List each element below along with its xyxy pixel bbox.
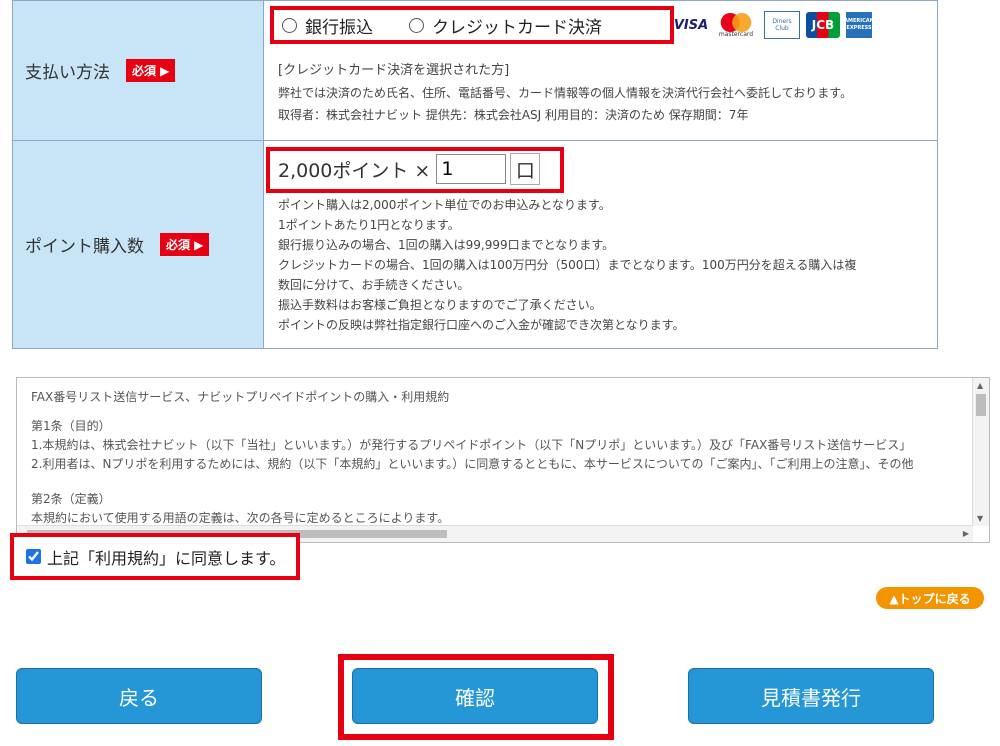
required-badge: 必須 ▶ bbox=[126, 59, 176, 82]
credit-note-details: 取得者：株式会社ナビット 提供先：株式会社ASJ 利用目的：決済のため 保存期間… bbox=[278, 108, 749, 122]
estimate-button[interactable]: 見積書発行 bbox=[688, 668, 934, 724]
payment-method-label: 支払い方法 bbox=[25, 63, 110, 83]
points-value-cell: 2,000ポイント × 口 ポイント購入は2,000ポイント単位でのお申込みとな… bbox=[263, 140, 938, 349]
order-form-table: 支払い方法 必須 ▶ 銀行振込 クレジットカード決済 VISA masterca… bbox=[12, 0, 938, 349]
scroll-up-icon[interactable]: ▲ bbox=[977, 381, 983, 390]
diners-club-logo-icon: Diners Club bbox=[764, 11, 800, 39]
scroll-right-icon[interactable]: ▶ bbox=[963, 529, 969, 538]
terms-title: FAX番号リスト送信サービス、ナビットプリペイドポイントの購入・利用規約 bbox=[31, 390, 450, 404]
payment-value-cell: 銀行振込 クレジットカード決済 VISA mastercard Diners C… bbox=[263, 0, 938, 141]
agree-terms-label: 上記「利用規約」に同意します。 bbox=[47, 548, 286, 568]
jcb-logo-icon: JCB bbox=[806, 12, 840, 38]
radio-circle-icon[interactable] bbox=[282, 17, 297, 33]
amex-logo-icon: AMERICAN EXPRESS bbox=[844, 12, 874, 38]
agree-terms-checkbox-row[interactable]: 上記「利用規約」に同意します。 bbox=[10, 533, 300, 580]
terms-vertical-scrollbar[interactable]: ▲ ▼ bbox=[972, 378, 989, 526]
back-button[interactable]: 戻る bbox=[16, 668, 262, 724]
radio-circle-icon[interactable] bbox=[409, 17, 424, 33]
quantity-input[interactable] bbox=[436, 154, 507, 184]
payment-label-cell: 支払い方法 必須 ▶ bbox=[12, 0, 264, 141]
scroll-down-icon[interactable]: ▼ bbox=[977, 514, 983, 523]
visa-logo-icon: VISA bbox=[673, 17, 709, 33]
confirm-button[interactable]: 確認 bbox=[352, 668, 598, 724]
point-quantity-label: ポイント購入数 bbox=[25, 237, 144, 257]
payment-radio-group: 銀行振込 クレジットカード決済 bbox=[274, 6, 610, 44]
card-brands: VISA mastercard Diners Club JCB AMERICAN… bbox=[673, 11, 874, 39]
terms-article-1-title: 第1条（目的） bbox=[31, 419, 111, 433]
point-quantity-row: 2,000ポイント × 口 bbox=[270, 147, 560, 191]
mastercard-logo-icon: mastercard bbox=[714, 12, 758, 38]
vertical-scroll-thumb[interactable] bbox=[976, 394, 986, 416]
radio-credit-card[interactable]: クレジットカード決済 bbox=[409, 13, 602, 38]
terms-scroll-box[interactable]: FAX番号リスト送信サービス、ナビットプリペイドポイントの購入・利用規約 第1条… bbox=[16, 377, 990, 543]
points-label-cell: ポイント購入数 必須 ▶ bbox=[12, 140, 264, 349]
credit-note-privacy: 弊社では決済のため氏名、住所、電話番号、カード情報等の個人情報を決済代行会社へ委… bbox=[278, 86, 853, 100]
agree-terms-checkbox[interactable] bbox=[26, 549, 41, 564]
terms-article-2-title: 第2条（定義） bbox=[31, 492, 111, 506]
credit-note-heading: [クレジットカード決済を選択された方] bbox=[278, 63, 510, 78]
unit-suffix: 口 bbox=[510, 153, 541, 185]
point-unit-text: 2,000ポイント × bbox=[278, 159, 431, 182]
required-badge: 必須 ▶ bbox=[160, 233, 210, 256]
terms-article-1-clause-2: 2.利用者は、Nプリポを利用するためには、規約（以下「本規約」といいます。）に同… bbox=[31, 457, 914, 471]
radio-bank-transfer[interactable]: 銀行振込 bbox=[282, 13, 373, 38]
point-notes: ポイント購入は2,000ポイント単位でのお申込みとなります。 1ポイントあたり1… bbox=[278, 198, 857, 332]
back-to-top-button[interactable]: ▲トップに戻る bbox=[876, 587, 984, 609]
terms-content: FAX番号リスト送信サービス、ナビットプリペイドポイントの購入・利用規約 第1条… bbox=[31, 388, 969, 528]
terms-article-1-clause-1: 1.本規約は、株式会社ナビット（以下「当社」といいます。）が発行するプリペイドポ… bbox=[31, 438, 912, 452]
